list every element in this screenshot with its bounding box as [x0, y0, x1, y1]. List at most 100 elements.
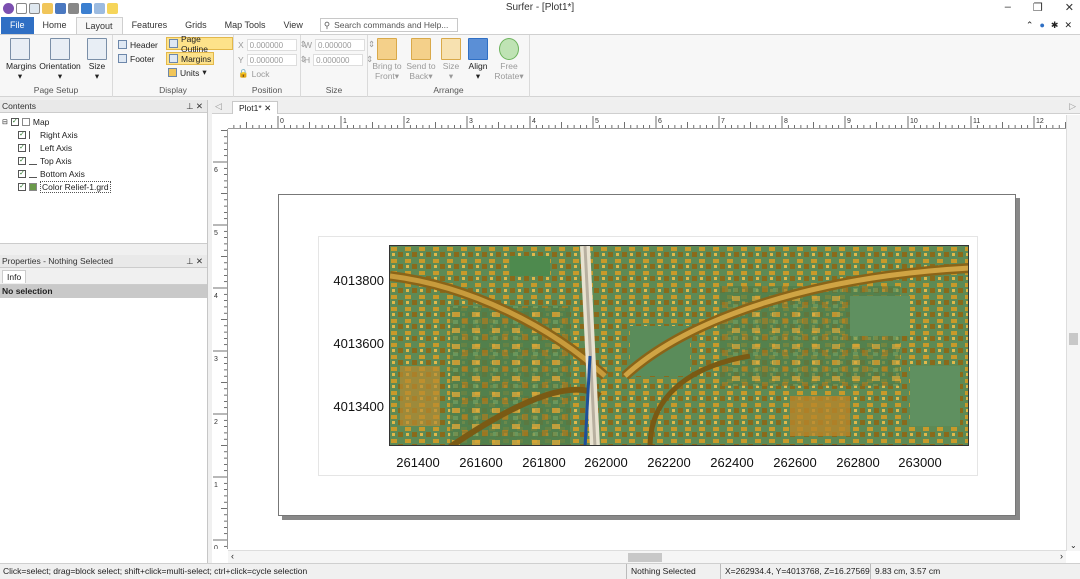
checkbox[interactable]: ✓: [18, 169, 26, 178]
free-label: Free: [500, 61, 518, 71]
tab-file[interactable]: File: [1, 17, 34, 34]
scroll-left-icon[interactable]: ‹: [231, 551, 234, 561]
close-doc-icon[interactable]: ✕: [1064, 20, 1072, 31]
status-bar: Click=select; drag=block select; shift+c…: [0, 563, 1080, 579]
checkbox[interactable]: ✓: [10, 117, 19, 126]
send-label-2: Back: [409, 71, 429, 81]
ruler-label: 12: [1036, 118, 1044, 125]
search-box[interactable]: ⚲ Search commands and Help...: [319, 18, 458, 32]
status-coordinates: X=262934.4, Y=4013768, Z=16.27569: [720, 564, 870, 579]
page-outline-toggle[interactable]: Page Outline: [166, 34, 233, 54]
map-frame[interactable]: 4013800 4013600 4013400 261400 261600 26…: [318, 236, 978, 476]
vertical-scrollbar[interactable]: ⌄: [1066, 115, 1080, 551]
properties-header: Properties - Nothing Selected ⊥ ✕: [0, 255, 207, 268]
scrollbar-thumb[interactable]: [1069, 333, 1078, 345]
free-rotate-button[interactable]: Free Rotate▾: [492, 38, 526, 81]
document-area: ◁ Plot1* ✕ ▷ 0 1 2 3 4 5 6 7 8 9 10 11 12 6543210: [212, 100, 1080, 563]
lock-button[interactable]: 🔒 Lock: [238, 67, 270, 80]
scroll-down-icon[interactable]: ⌄: [1070, 541, 1077, 550]
margins-toggle[interactable]: Margins: [166, 52, 215, 65]
contents-title: Contents: [2, 101, 37, 111]
tree-item-left-axis[interactable]: ✓ Left Axis: [2, 141, 207, 154]
footer-icon: [118, 54, 127, 63]
ruler-label: 10: [910, 118, 918, 125]
expand-icon[interactable]: ⊟: [2, 118, 8, 126]
checkbox[interactable]: ✓: [18, 130, 26, 139]
scrollbar-thumb[interactable]: [628, 553, 662, 562]
x-field[interactable]: 0.000000: [246, 38, 297, 51]
tree-label: Color Relief-1.grd: [40, 180, 111, 193]
contents-header: Contents ⊥ ✕: [0, 100, 207, 113]
send-to-back-button[interactable]: Send to Back▾: [404, 38, 438, 81]
arrange-size-label: Size: [442, 61, 460, 71]
tab-scroll-right-icon[interactable]: ▷: [1069, 101, 1076, 112]
tree-label: Left Axis: [40, 142, 73, 153]
display-group: Header Footer Page Outline Margins Units…: [113, 34, 234, 97]
align-button[interactable]: Align ▾: [465, 38, 491, 81]
header-button[interactable]: Header: [118, 38, 158, 51]
panel-splitter[interactable]: [0, 243, 207, 255]
properties-pin-icon[interactable]: ⊥ ✕: [186, 255, 203, 267]
y-tick-label: 4013400: [333, 399, 384, 414]
axis-icon: [29, 143, 37, 152]
window-title: Surfer - [Plot1*]: [505, 2, 575, 13]
horizontal-scrollbar[interactable]: ‹ ›: [228, 550, 1066, 563]
tab-layout[interactable]: Layout: [75, 17, 123, 34]
bring-label-2: Front: [374, 71, 395, 81]
contents-pin-icon[interactable]: ⊥ ✕: [186, 100, 203, 112]
lock-icon: 🔒: [238, 68, 249, 78]
arrange-size-button[interactable]: Size ▾: [439, 38, 463, 81]
restore-button[interactable]: ❐: [1033, 1, 1043, 14]
bring-label: Bring to: [372, 61, 402, 71]
checkbox[interactable]: ✓: [18, 156, 26, 165]
footer-button[interactable]: Footer: [118, 52, 155, 65]
margins-button[interactable]: Margins ▾: [6, 38, 36, 81]
tree-item-bottom-axis[interactable]: ✓ Bottom Axis: [2, 167, 207, 180]
search-input[interactable]: Search commands and Help...: [334, 20, 448, 30]
tree-item-right-axis[interactable]: ✓ Right Axis: [2, 128, 207, 141]
units-dropdown[interactable]: Units ▾: [168, 66, 207, 79]
height-field[interactable]: 0.000000: [313, 53, 364, 66]
page-setup-label: Page Setup: [33, 85, 79, 95]
tab-info[interactable]: Info: [2, 270, 27, 283]
minimize-button[interactable]: –: [1005, 1, 1011, 14]
position-group: X 0.000000 ⇕ Y 0.000000 ⇕ 🔒 Lock Position: [234, 35, 307, 97]
tree-item-map[interactable]: ⊟ ✓ Map: [2, 115, 207, 128]
tab-map-tools[interactable]: Map Tools: [216, 17, 275, 34]
plot-canvas[interactable]: 4013800 4013600 4013400 261400 261600 26…: [229, 130, 1067, 551]
tab-plot1[interactable]: Plot1* ✕: [232, 101, 279, 114]
left-panels: Contents ⊥ ✕ ⊟ ✓ Map ✓ Right Axis ✓ Left Axis…: [0, 100, 208, 563]
ruler-label: 5: [214, 230, 218, 237]
position-label: Position: [251, 85, 283, 95]
checkbox[interactable]: ✓: [18, 182, 26, 191]
page-size-button[interactable]: Size ▾: [86, 38, 108, 81]
ruler-label: 11: [973, 118, 980, 125]
ribbon-collapse-icon[interactable]: ⌃: [1026, 20, 1034, 31]
orientation-button[interactable]: Orientation ▾: [38, 38, 82, 81]
bring-to-front-button[interactable]: Bring to Front▾: [370, 38, 404, 81]
help-icon[interactable]: ●: [1039, 20, 1044, 31]
ruler-label: 7: [721, 118, 725, 125]
checkbox[interactable]: ✓: [18, 143, 26, 152]
tab-grids[interactable]: Grids: [176, 17, 216, 34]
units-label: Units: [180, 67, 200, 78]
tree-item-top-axis[interactable]: ✓ Top Axis: [2, 154, 207, 167]
ruler-label: 4: [532, 118, 536, 125]
ruler-label: 6: [658, 118, 662, 125]
width-field[interactable]: 0.000000: [315, 38, 366, 51]
tree-item-color-relief[interactable]: ✓ Color Relief-1.grd: [2, 180, 207, 193]
scroll-right-icon[interactable]: ›: [1060, 551, 1063, 561]
y-field[interactable]: 0.000000: [246, 53, 297, 66]
ruler-label: 0: [280, 118, 284, 125]
close-tab-icon[interactable]: ✕: [264, 103, 271, 113]
tab-features[interactable]: Features: [123, 17, 177, 34]
document-tabs: ◁ Plot1* ✕ ▷: [212, 100, 1080, 114]
color-relief-map[interactable]: [389, 245, 969, 446]
tab-view[interactable]: View: [274, 17, 311, 34]
horizontal-ruler: 0 1 2 3 4 5 6 7 8 9 10 11 12: [228, 115, 1066, 129]
tree-label: Map: [32, 116, 50, 127]
close-button[interactable]: ✕: [1065, 1, 1074, 14]
tab-home[interactable]: Home: [34, 17, 76, 34]
settings-icon[interactable]: ✱: [1051, 20, 1059, 31]
tab-scroll-left-icon[interactable]: ◁: [215, 101, 222, 112]
